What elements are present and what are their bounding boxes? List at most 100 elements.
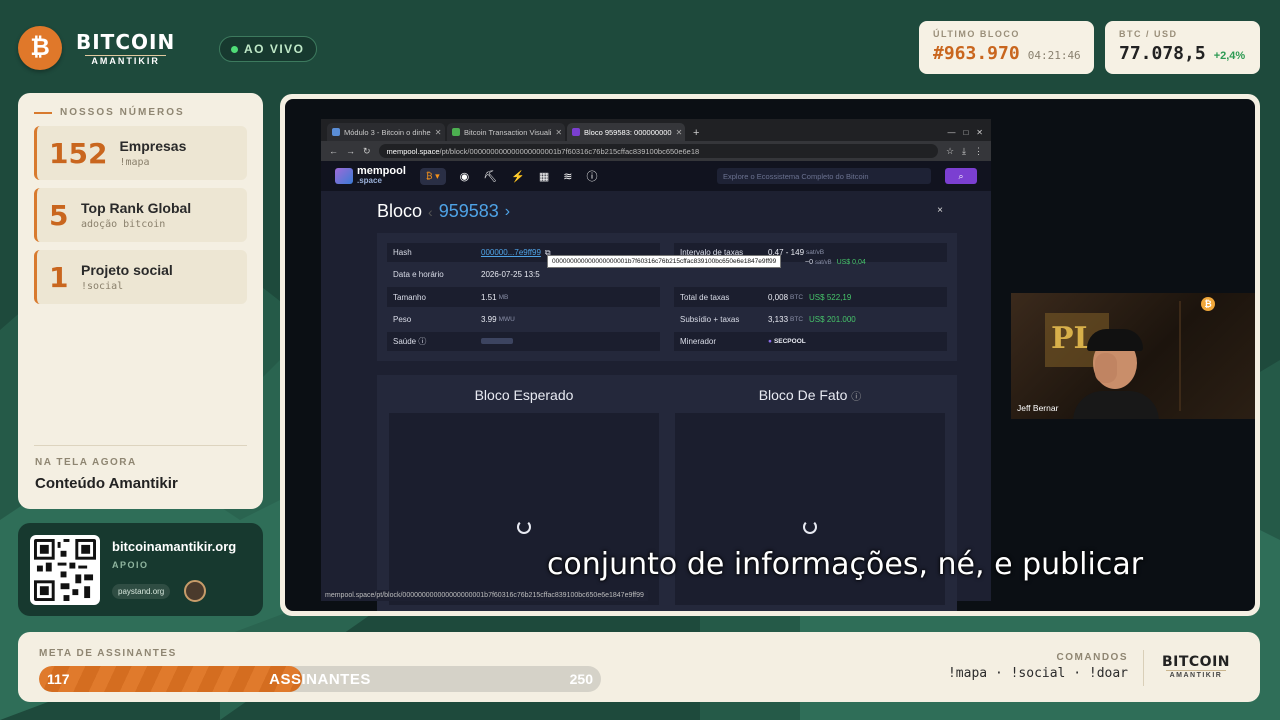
numbers-heading: NOSSOS NÚMEROS <box>34 107 247 118</box>
subscriber-goal-bar: 117 ASSINANTES 250 <box>39 666 601 692</box>
tab-transaction-visualizer[interactable]: Bitcoin Transaction Visuali ✕ <box>447 123 565 141</box>
info-row-weight: Peso 3.99 MWU <box>393 314 515 324</box>
median-fee-value: ~0 sat/vB US$ 0,04 <box>805 259 866 266</box>
brand: ₿ BITCOIN AMANTIKIR <box>18 26 175 70</box>
bitcoin-logo-icon: ₿ <box>18 26 62 70</box>
tab-favicon-icon <box>452 128 460 136</box>
footer-brand-title: BITCOIN <box>1161 654 1230 670</box>
reload-icon[interactable]: ↻ <box>363 146 371 157</box>
url-field[interactable]: mempool.space/pt/block/00000000000000000… <box>378 144 938 158</box>
mempool-nav: mempool .space ₿ ▾ ◉ ⛏ ⚡ ▦ ≋ ⓘ Explore o … <box>321 161 991 191</box>
layers-icon[interactable]: ≋ <box>563 170 572 183</box>
live-label: AO VIVO <box>244 42 305 56</box>
number-title: Top Rank Global <box>81 200 192 216</box>
number-sub: adoção bitcoin <box>81 219 166 230</box>
new-tab-button[interactable]: + <box>687 127 705 141</box>
bookshelf <box>1179 301 1249 411</box>
commands-list: !mapa · !social · !doar <box>947 666 1128 681</box>
bookmark-star-icon[interactable]: ☆ <box>946 146 954 157</box>
numbers-panel: NOSSOS NÚMEROS 152 Empresas !mapa 5 Top … <box>18 93 263 509</box>
support-url[interactable]: bitcoinamantikir.org <box>112 539 236 554</box>
brand-subtitle: AMANTIKIR <box>85 54 166 67</box>
info-row-size: Tamanho 1.51 MB <box>387 287 660 307</box>
status-bar-url: mempool.space/pt/block/00000000000000000… <box>321 590 648 601</box>
menu-icon[interactable]: ⋮ <box>974 146 983 157</box>
tab-favicon-icon <box>332 128 340 136</box>
number-card-projeto-social: 1 Projeto social !social <box>34 250 247 304</box>
minimize-icon[interactable]: — <box>947 128 955 137</box>
graphs-icon[interactable]: ▦ <box>539 170 549 183</box>
info-row-subsidy: Subsídio + taxas 3,133 BTC US$ 201.000 <box>680 314 856 324</box>
info-row-date: Data e horário 2026-07-25 13:5 <box>393 270 540 280</box>
network-selector[interactable]: ₿ ▾ <box>419 167 446 185</box>
tab-modulo-3[interactable]: Módulo 3 - Bitcoin o dinhe ✕ <box>327 123 445 141</box>
last-block-label: ÚLTIMO BLOCO <box>933 29 1020 39</box>
commands-label: COMANDOS <box>1056 652 1128 663</box>
divider <box>1143 650 1144 686</box>
close-window-icon[interactable]: ✕ <box>976 128 983 137</box>
last-block-time: 04:21:46 <box>1027 49 1081 62</box>
btc-price-change: +2,4% <box>1213 50 1246 62</box>
hash-tooltip: 000000000000000000001b7f60316c76b215cffa… <box>547 255 782 268</box>
loading-spinner-icon <box>517 520 531 534</box>
prev-block-icon[interactable]: ‹ <box>428 204 433 220</box>
bitcoin-icon: ₿ <box>1201 297 1215 311</box>
partner-avatar <box>184 580 207 602</box>
goal-label: META DE ASSINANTES <box>39 648 177 659</box>
number-sub: !mapa <box>119 157 150 168</box>
tab-bloco[interactable]: Bloco 959583: 000000000 ✕ <box>567 123 685 141</box>
mempool-page: Bloco ‹ 959583 › × Hash 000000...7e9ff99 ⧉… <box>321 191 991 611</box>
close-tab-icon[interactable]: ✕ <box>555 128 562 137</box>
number-card-empresas: 152 Empresas !mapa <box>34 126 247 180</box>
info-icon[interactable]: ⓘ <box>418 337 426 346</box>
info-icon[interactable]: ⓘ <box>851 392 861 403</box>
mining-icon[interactable]: ⛏ <box>483 170 497 183</box>
dashboard-icon[interactable]: ◉ <box>460 170 470 183</box>
block-heading: Bloco ‹ 959583 › <box>377 201 511 221</box>
number-value: 152 <box>49 136 108 170</box>
close-tab-icon[interactable]: ✕ <box>676 128 683 137</box>
close-icon[interactable]: × <box>937 205 943 216</box>
info-row-median-fee <box>674 265 947 284</box>
address-bar: ← → ↻ mempool.space/pt/block/00000000000… <box>321 141 991 161</box>
block-info: Hash 000000...7e9ff99 ⧉ Data e horário 2026… <box>377 233 957 361</box>
hash-link[interactable]: 000000...7e9ff99 <box>481 248 541 257</box>
close-tab-icon[interactable]: ✕ <box>435 128 442 137</box>
number-card-top-rank: 5 Top Rank Global adoção bitcoin <box>34 188 247 242</box>
lightning-icon[interactable]: ⚡ <box>511 170 525 183</box>
bottom-bar: META DE ASSINANTES 117 ASSINANTES 250 CO… <box>18 632 1260 702</box>
now-value: Conteúdo Amantikir <box>35 475 178 492</box>
divider <box>34 445 247 446</box>
mempool-logo[interactable]: mempool .space <box>335 166 406 185</box>
info-icon[interactable]: ⓘ <box>587 168 598 184</box>
back-icon[interactable]: ← <box>329 146 338 156</box>
miner-badge[interactable]: SECPOOL <box>768 338 806 345</box>
live-badge: AO VIVO <box>219 36 317 62</box>
tab-bar: Módulo 3 - Bitcoin o dinhe ✕ Bitcoin Tran… <box>321 119 991 141</box>
maximize-icon[interactable]: □ <box>963 128 968 137</box>
info-row-miner: MineradorSECPOOL <box>674 331 947 352</box>
download-icon[interactable]: ⤓ <box>962 146 966 157</box>
last-block-value: #963.970 <box>933 43 1020 64</box>
info-row-health: Saúde ⓘ <box>387 331 660 352</box>
health-bar <box>481 338 513 345</box>
number-title: Projeto social <box>81 262 173 278</box>
mempool-cube-icon <box>335 168 353 184</box>
search-button[interactable]: ⌕ <box>945 168 977 184</box>
info-row-total-fees: Total de taxas 0,008 BTC US$ 522,19 <box>674 287 947 307</box>
goal-max: 250 <box>569 671 593 687</box>
footer-brand-subtitle: AMANTIKIR <box>1165 670 1227 679</box>
last-block-card: ÚLTIMO BLOCO #963.970 04:21:46 <box>919 21 1094 74</box>
mempool-search-input[interactable]: Explore o Ecossistema Completo do Bitcoi… <box>717 168 931 184</box>
number-value: 5 <box>49 198 69 232</box>
expected-block-title: Bloco Esperado <box>474 387 574 403</box>
now-label: NA TELA AGORA <box>35 457 137 468</box>
next-block-icon[interactable]: › <box>505 203 510 221</box>
forward-icon[interactable]: → <box>346 146 355 156</box>
subtitle-caption: conjunto de informações, né, e publicar <box>546 547 1144 582</box>
actual-block-title: Bloco De Fato ⓘ <box>758 387 862 403</box>
footer-brand: BITCOIN AMANTIKIR <box>1162 654 1230 679</box>
support-panel: bitcoinamantikir.org APOIO paystand.org <box>18 523 263 616</box>
block-number: 959583 <box>438 201 499 221</box>
qr-code-icon <box>30 535 100 605</box>
